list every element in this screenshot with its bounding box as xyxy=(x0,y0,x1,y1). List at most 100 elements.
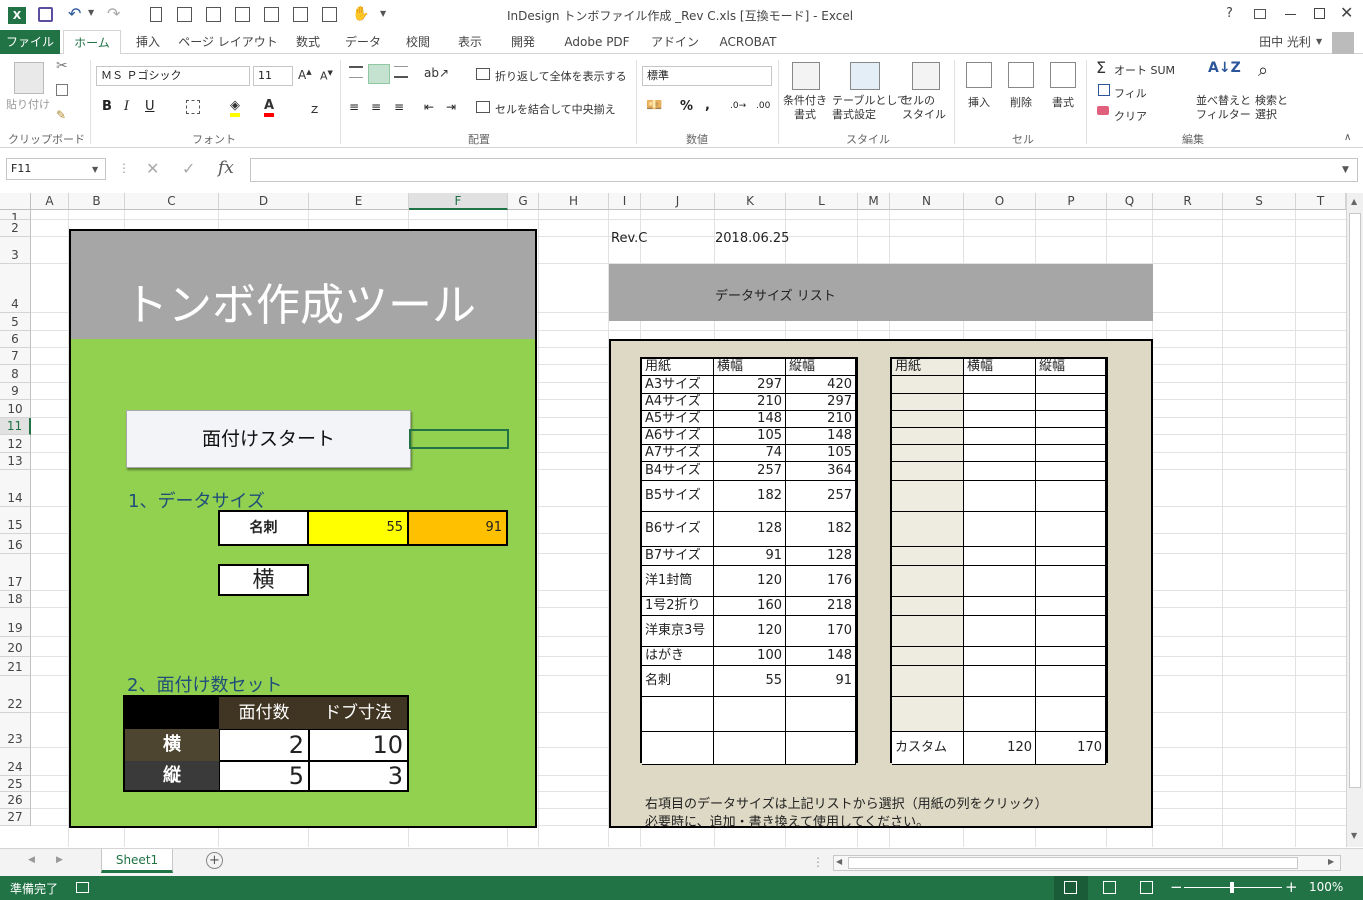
size-name-cell[interactable]: 名刺 xyxy=(218,510,309,546)
align-right-icon[interactable]: ≡ xyxy=(394,100,404,114)
tab-view[interactable]: 表示 xyxy=(448,30,492,54)
align-bottom-icon[interactable] xyxy=(394,66,408,78)
size-list-cell[interactable]: 257 xyxy=(714,462,786,481)
indent-decrease-icon[interactable]: ⇤ xyxy=(424,100,434,114)
row-header[interactable]: 2 xyxy=(0,220,31,237)
size-list-cell[interactable]: A7サイズ xyxy=(642,445,714,462)
format-table-icon[interactable] xyxy=(850,62,880,90)
custom-list-cell[interactable] xyxy=(964,597,1036,616)
autosum-button[interactable]: オート SUM xyxy=(1114,62,1175,78)
size-list-cell[interactable]: 148 xyxy=(786,428,856,445)
size-list-cell[interactable]: 297 xyxy=(786,394,856,411)
size-list-cell[interactable]: はがき xyxy=(642,647,714,666)
maximize-icon[interactable] xyxy=(1314,8,1325,19)
comma-icon[interactable]: , xyxy=(705,98,710,113)
align-left-icon[interactable]: ≡ xyxy=(349,100,359,114)
decrease-decimal-icon[interactable]: .00 xyxy=(756,101,770,111)
column-header[interactable]: R xyxy=(1153,193,1223,210)
custom-list-cell[interactable] xyxy=(1036,697,1106,732)
column-header[interactable]: E xyxy=(309,193,409,210)
custom-list-cell[interactable] xyxy=(892,512,964,547)
row-header[interactable]: 4 xyxy=(0,264,31,313)
custom-list-cell[interactable] xyxy=(1036,376,1106,394)
insert-cells-button[interactable]: 挿入 xyxy=(968,94,990,110)
help-icon[interactable]: ? xyxy=(1226,6,1233,21)
qat-icon-6[interactable] xyxy=(322,7,337,22)
size-list-cell[interactable]: 名刺 xyxy=(642,666,714,697)
sort-filter-button[interactable]: 並べ替えと フィルター xyxy=(1196,94,1251,122)
size-width-cell[interactable]: 55 xyxy=(307,510,409,546)
format-as-table-button[interactable]: テーブルとして 書式設定 xyxy=(832,94,908,122)
size-list-cell[interactable]: 55 xyxy=(714,666,786,697)
horizontal-scrollbar[interactable]: ◀ ▶ xyxy=(833,855,1341,871)
zoom-in-icon[interactable]: + xyxy=(1285,878,1298,896)
size-list-cell[interactable]: 170 xyxy=(786,616,856,647)
custom-list-cell[interactable] xyxy=(1036,597,1106,616)
size-list-cell[interactable]: 218 xyxy=(786,597,856,616)
orientation-cell[interactable]: 横 xyxy=(218,564,309,596)
custom-list-cell[interactable] xyxy=(1036,411,1106,428)
qat-icon-3[interactable] xyxy=(235,7,250,22)
size-list-cell[interactable]: A4サイズ xyxy=(642,394,714,411)
underline-icon[interactable]: U xyxy=(145,99,155,114)
size-list-cell[interactable]: 210 xyxy=(714,394,786,411)
page-layout-view-icon[interactable] xyxy=(1103,881,1116,894)
custom-list-cell[interactable] xyxy=(964,616,1036,647)
conditional-format-button[interactable]: 条件付き 書式 xyxy=(783,94,827,122)
enter-icon[interactable]: ✓ xyxy=(182,159,195,178)
hscroll-left-icon[interactable]: ◀ xyxy=(836,857,842,866)
redo-icon[interactable]: ↷ xyxy=(107,4,120,23)
name-box-dropdown-icon[interactable]: ▼ xyxy=(92,165,98,174)
font-color-icon[interactable]: A xyxy=(264,98,275,117)
custom-list-cell[interactable] xyxy=(964,445,1036,462)
fill-color-icon[interactable]: ◈ xyxy=(230,98,240,117)
custom-list-cell[interactable] xyxy=(1036,428,1106,445)
row-header[interactable]: 13 xyxy=(0,453,31,470)
custom-list-cell[interactable]: カスタム xyxy=(892,732,964,765)
imposition-h-count[interactable]: 2 xyxy=(220,730,308,760)
size-list-cell[interactable]: 1号2折り xyxy=(642,597,714,616)
custom-list-cell[interactable] xyxy=(964,647,1036,666)
expand-formula-icon[interactable]: ▼ xyxy=(1342,165,1349,175)
row-header[interactable]: 12 xyxy=(0,435,31,453)
size-list-cell[interactable] xyxy=(714,697,786,732)
custom-list-cell[interactable] xyxy=(964,462,1036,481)
undo-dropdown-icon[interactable]: ▼ xyxy=(88,8,94,17)
vertical-scrollbar[interactable]: ▲ ▼ xyxy=(1346,193,1363,847)
font-size-box[interactable]: 11 xyxy=(253,66,293,86)
tab-review[interactable]: 校閲 xyxy=(396,30,440,54)
font-shrink-icon[interactable]: A▼ xyxy=(320,69,333,83)
scroll-up-icon[interactable]: ▲ xyxy=(1351,197,1357,206)
column-header[interactable]: H xyxy=(539,193,609,210)
column-header[interactable]: Q xyxy=(1107,193,1153,210)
size-list-cell[interactable]: 洋1封筒 xyxy=(642,566,714,597)
cancel-icon[interactable]: ✕ xyxy=(146,159,159,178)
qat-icon-5[interactable] xyxy=(293,7,308,22)
size-list-cell[interactable] xyxy=(642,697,714,732)
custom-list-cell[interactable] xyxy=(964,411,1036,428)
fill-button[interactable]: フィル xyxy=(1114,85,1147,101)
align-center-icon[interactable]: ≡ xyxy=(371,100,381,114)
custom-list-cell[interactable] xyxy=(964,376,1036,394)
size-list-cell[interactable]: 297 xyxy=(714,376,786,394)
row-header[interactable]: 14 xyxy=(0,470,31,507)
column-header[interactable]: G xyxy=(508,193,539,210)
qat-icon-7[interactable]: ✋ xyxy=(352,6,369,22)
column-header[interactable]: B xyxy=(69,193,125,210)
custom-list-cell[interactable] xyxy=(964,428,1036,445)
column-header[interactable]: N xyxy=(890,193,964,210)
size-list-cell[interactable] xyxy=(714,732,786,765)
column-header[interactable]: J xyxy=(641,193,715,210)
custom-list-cell[interactable] xyxy=(964,566,1036,597)
prev-sheet-icon[interactable]: ◀ xyxy=(28,855,35,865)
size-list-cell[interactable]: A5サイズ xyxy=(642,411,714,428)
row-header[interactable]: 6 xyxy=(0,331,31,348)
row-header[interactable]: 3 xyxy=(0,237,31,264)
size-list-cell[interactable]: 176 xyxy=(786,566,856,597)
row-header[interactable]: 9 xyxy=(0,383,31,400)
custom-list-cell[interactable] xyxy=(892,697,964,732)
conditional-format-icon[interactable] xyxy=(792,62,820,90)
custom-list-cell[interactable] xyxy=(892,566,964,597)
size-list-cell[interactable]: 120 xyxy=(714,616,786,647)
imposition-v-bleed[interactable]: 3 xyxy=(310,762,407,790)
